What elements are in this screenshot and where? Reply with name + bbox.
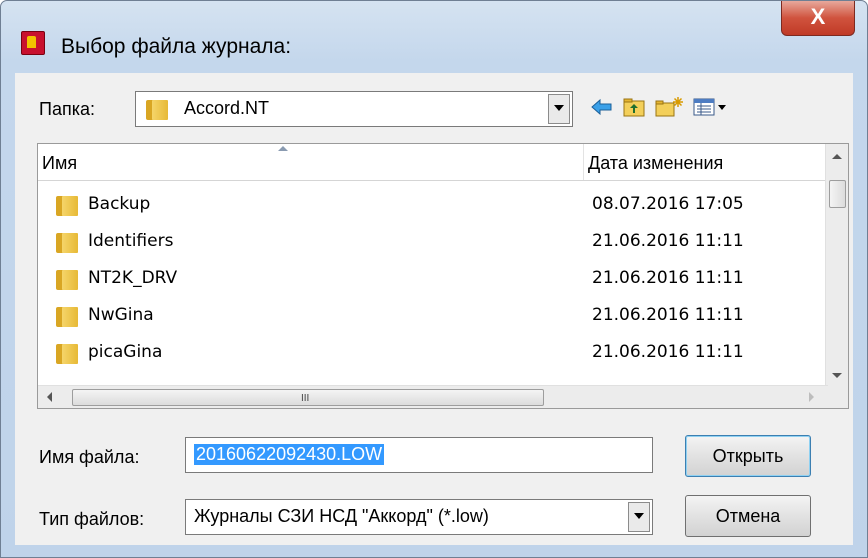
- folder-combobox[interactable]: Accord.NT: [135, 91, 573, 127]
- folder-value: Accord.NT: [184, 98, 270, 118]
- horizontal-scrollbar[interactable]: III: [38, 385, 828, 408]
- file-list[interactable]: Имя Дата изменения Backup 08.07.2016 17:…: [37, 143, 849, 409]
- app-icon: [21, 31, 45, 55]
- scroll-right-icon[interactable]: [809, 392, 814, 402]
- file-date: 21.06.2016 11:11: [592, 268, 744, 288]
- cancel-button[interactable]: Отмена: [685, 495, 811, 537]
- list-item[interactable]: NT2K_DRV 21.06.2016 11:11: [38, 262, 828, 298]
- filename-input[interactable]: 20160622092430.LOW: [185, 437, 653, 473]
- vertical-scroll-thumb[interactable]: [829, 180, 846, 208]
- dialog-title: Выбор файла журнала:: [61, 35, 292, 58]
- list-item[interactable]: NwGina 21.06.2016 11:11: [38, 299, 828, 335]
- file-name: Backup: [88, 194, 151, 214]
- view-menu-icon[interactable]: [691, 95, 731, 119]
- close-button[interactable]: X: [781, 1, 855, 36]
- column-header-name[interactable]: Имя: [38, 144, 583, 180]
- list-item[interactable]: picaGina 21.06.2016 11:11: [38, 336, 828, 372]
- vertical-scrollbar[interactable]: [825, 144, 848, 386]
- scroll-corner: [826, 386, 848, 408]
- scroll-grip: III: [301, 393, 310, 404]
- filetype-value: Журналы СЗИ НСД "Аккорд" (*.low): [194, 506, 489, 526]
- back-arrow-icon[interactable]: [589, 95, 615, 119]
- file-dialog: Выбор файла журнала: X Папка: Accord.NT …: [0, 0, 868, 558]
- new-folder-icon[interactable]: [653, 95, 685, 119]
- file-date: 21.06.2016 11:11: [592, 231, 744, 251]
- list-item[interactable]: Backup 08.07.2016 17:05: [38, 188, 828, 224]
- file-date: 21.06.2016 11:11: [592, 305, 744, 325]
- scroll-down-icon[interactable]: [832, 373, 842, 378]
- filename-label: Имя файла:: [39, 447, 140, 467]
- chevron-down-icon[interactable]: [628, 502, 650, 532]
- list-header: Имя Дата изменения: [38, 144, 828, 181]
- filetype-label: Тип файлов:: [39, 509, 145, 529]
- folder-icon: [56, 342, 78, 364]
- folder-icon: [56, 231, 78, 253]
- folder-icon: [56, 305, 78, 327]
- filetype-combobox[interactable]: Журналы СЗИ НСД "Аккорд" (*.low): [185, 499, 653, 535]
- list-item[interactable]: Identifiers 21.06.2016 11:11: [38, 225, 828, 261]
- file-name: Identifiers: [88, 231, 174, 251]
- column-header-date[interactable]: Дата изменения: [584, 144, 828, 180]
- scroll-up-icon[interactable]: [832, 154, 842, 159]
- title-bar[interactable]: Выбор файла журнала: X: [1, 1, 867, 61]
- horizontal-scroll-thumb[interactable]: III: [72, 389, 544, 406]
- file-name: NT2K_DRV: [88, 268, 178, 288]
- sort-arrow-icon: [278, 146, 288, 151]
- chevron-down-icon[interactable]: [548, 94, 570, 124]
- folder-icon: [56, 194, 78, 216]
- file-date: 21.06.2016 11:11: [592, 342, 744, 362]
- scroll-left-icon[interactable]: [47, 392, 52, 402]
- column-header-date-label: Дата изменения: [588, 153, 724, 173]
- column-header-name-label: Имя: [42, 153, 78, 173]
- file-date: 08.07.2016 17:05: [592, 194, 744, 214]
- file-name: picaGina: [88, 342, 163, 362]
- folder-icon: [56, 268, 78, 290]
- folder-label: Папка:: [39, 99, 95, 119]
- filename-value: 20160622092430.LOW: [194, 444, 385, 465]
- open-button[interactable]: Открыть: [685, 435, 811, 477]
- folder-icon: [146, 98, 168, 120]
- up-folder-icon[interactable]: [621, 95, 647, 119]
- file-name: NwGina: [88, 305, 154, 325]
